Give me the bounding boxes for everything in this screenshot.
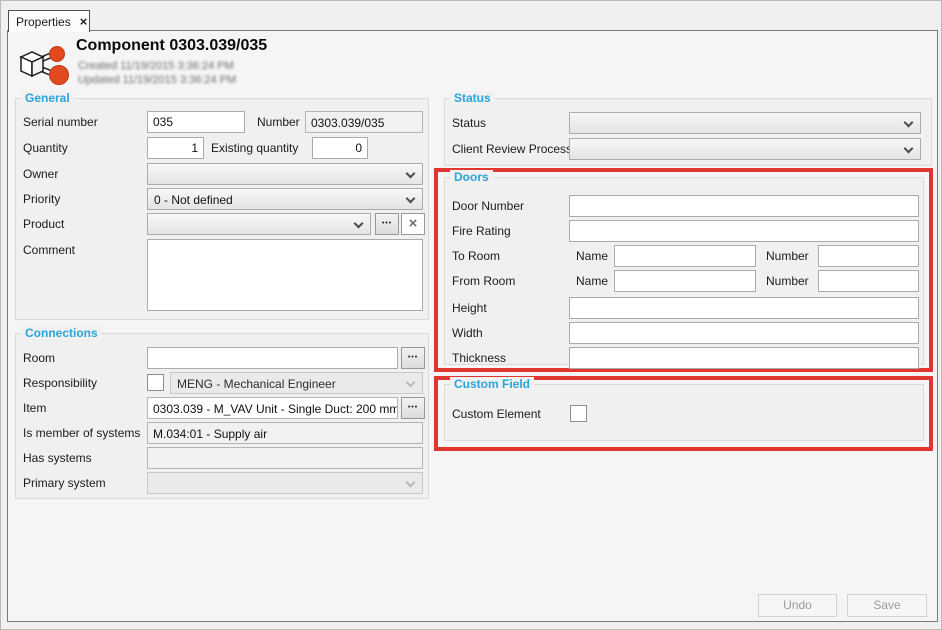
status-legend: Status [450, 91, 495, 105]
responsibility-checkbox[interactable] [147, 374, 164, 391]
primary-system-label: Primary system [23, 476, 106, 490]
comment-textarea[interactable] [147, 239, 423, 311]
save-button[interactable]: Save [847, 594, 927, 617]
height-input[interactable] [569, 297, 919, 319]
has-systems-label: Has systems [23, 451, 92, 465]
existing-quantity-label: Existing quantity [211, 141, 298, 155]
item-field: 0303.039 - M_VAV Unit - Single Duct: 200… [147, 397, 398, 419]
client-review-process-label: Client Review Process [452, 142, 572, 156]
is-member-of-systems-field: M.034:01 - Supply air [147, 422, 423, 444]
created-timestamp: Created 11/19/2015 3:36:24 PM [78, 60, 234, 72]
custom-element-checkbox[interactable] [570, 405, 587, 422]
priority-dropdown[interactable]: 0 - Not defined [147, 188, 423, 210]
tab-properties[interactable]: Properties × [8, 10, 90, 32]
owner-label: Owner [23, 167, 58, 181]
door-number-input[interactable] [569, 195, 919, 217]
from-room-label: From Room [452, 274, 515, 288]
number-label: Number [257, 115, 300, 129]
serial-number-input[interactable] [147, 111, 245, 133]
room-input[interactable] [147, 347, 398, 369]
room-label: Room [23, 351, 55, 365]
chevron-down-icon [406, 194, 416, 204]
client-review-process-dropdown[interactable] [569, 138, 921, 160]
existing-quantity-input[interactable] [312, 137, 368, 159]
status-dropdown[interactable] [569, 112, 921, 134]
product-browse-button[interactable]: ••• [375, 213, 399, 235]
thickness-input[interactable] [569, 347, 919, 369]
doors-legend: Doors [450, 170, 493, 184]
custom-field-legend: Custom Field [450, 377, 534, 391]
priority-value: 0 - Not defined [154, 193, 233, 207]
quantity-label: Quantity [23, 141, 68, 155]
page-title: Component 0303.039/035 [76, 37, 267, 55]
from-room-number-label: Number [766, 274, 809, 288]
chevron-down-icon [354, 219, 364, 229]
number-field: 0303.039/035 [305, 111, 423, 133]
quantity-input[interactable] [147, 137, 204, 159]
item-browse-button[interactable]: ••• [401, 397, 425, 419]
chevron-down-icon [904, 144, 914, 154]
to-room-name-label: Name [576, 249, 608, 263]
responsibility-label: Responsibility [23, 376, 97, 390]
item-label: Item [23, 401, 46, 415]
chevron-down-icon [406, 378, 416, 388]
thickness-label: Thickness [452, 351, 506, 365]
room-browse-button[interactable]: ••• [401, 347, 425, 369]
width-input[interactable] [569, 322, 919, 344]
from-room-name-label: Name [576, 274, 608, 288]
product-label: Product [23, 217, 64, 231]
from-room-number-input[interactable] [818, 270, 919, 292]
custom-element-label: Custom Element [452, 407, 541, 421]
undo-button[interactable]: Undo [758, 594, 837, 617]
general-legend: General [21, 91, 74, 105]
chevron-down-icon [406, 478, 416, 488]
to-room-label: To Room [452, 249, 500, 263]
fire-rating-label: Fire Rating [452, 224, 511, 238]
responsibility-dropdown: MENG - Mechanical Engineer [170, 372, 423, 394]
door-number-label: Door Number [452, 199, 524, 213]
to-room-name-input[interactable] [614, 245, 756, 267]
status-label: Status [452, 116, 486, 130]
chevron-down-icon [406, 169, 416, 179]
has-systems-field [147, 447, 423, 469]
component-icon [17, 42, 69, 92]
product-clear-button[interactable]: × [401, 213, 425, 235]
tab-properties-label: Properties [16, 15, 71, 29]
primary-system-dropdown [147, 472, 423, 494]
responsibility-value: MENG - Mechanical Engineer [177, 377, 336, 391]
width-label: Width [452, 326, 483, 340]
chevron-down-icon [904, 118, 914, 128]
from-room-name-input[interactable] [614, 270, 756, 292]
to-room-number-input[interactable] [818, 245, 919, 267]
comment-label: Comment [23, 243, 75, 257]
priority-label: Priority [23, 192, 60, 206]
owner-dropdown[interactable] [147, 163, 423, 185]
fire-rating-input[interactable] [569, 220, 919, 242]
height-label: Height [452, 301, 487, 315]
connections-legend: Connections [21, 326, 102, 340]
serial-number-label: Serial number [23, 115, 98, 129]
updated-timestamp: Updated 11/19/2015 3:36:24 PM [78, 74, 236, 86]
tab-close-icon[interactable]: × [80, 15, 88, 28]
to-room-number-label: Number [766, 249, 809, 263]
product-dropdown[interactable] [147, 213, 371, 235]
is-member-of-systems-label: Is member of systems [23, 426, 140, 440]
